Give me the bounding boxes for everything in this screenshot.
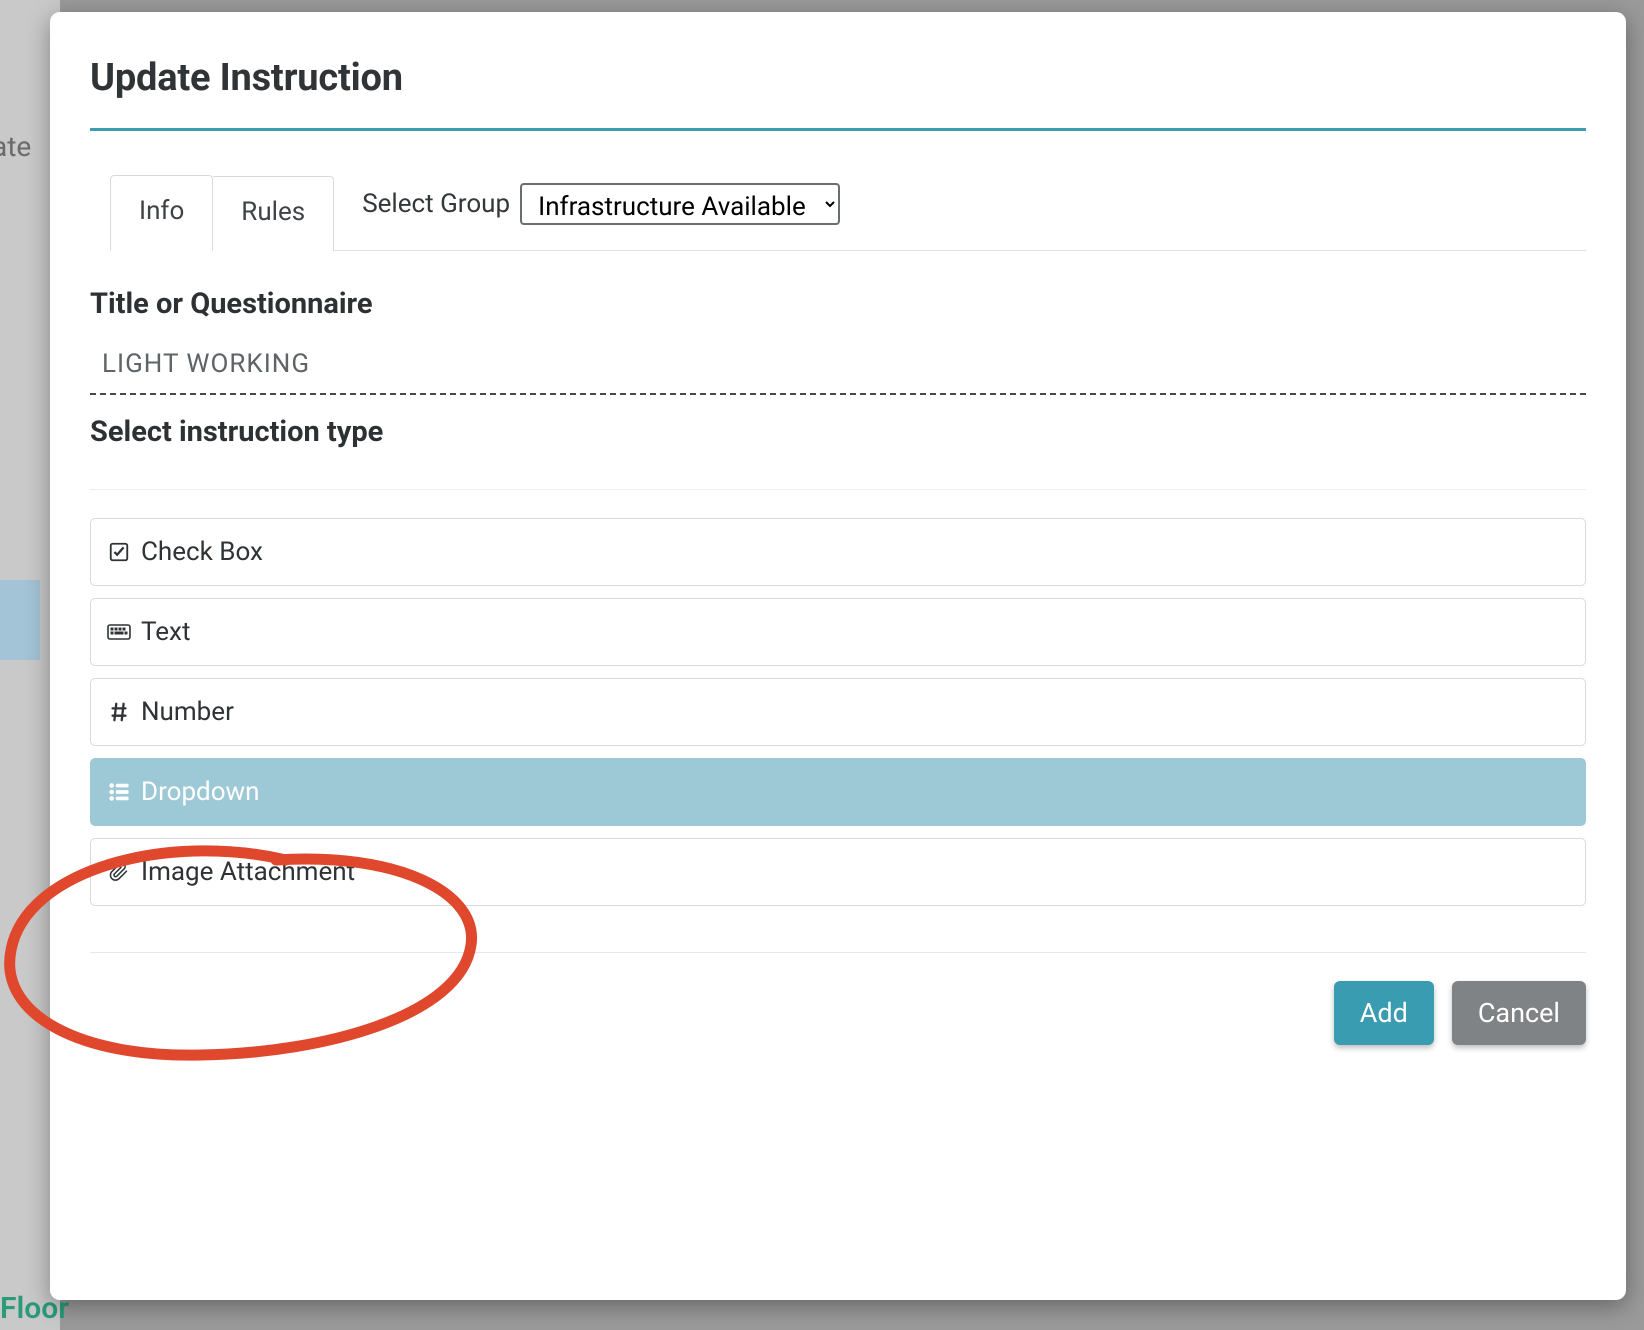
question-heading: Title or Questionnaire [90,287,1586,321]
tab-label: Info [139,196,184,226]
tab-bar: Info Rules Select Group Infrastructure A… [110,175,1586,251]
bg-text-fragment: ate [0,130,31,163]
group-select-label: Select Group [362,189,510,219]
group-select[interactable]: Infrastructure Available [520,183,840,225]
type-option-text[interactable]: Text [90,598,1586,666]
type-option-label: Dropdown [141,777,259,807]
instruction-type-list: Check Box Text Number Dropdown Image Att [90,518,1586,906]
modal-footer: Add Cancel [90,981,1586,1045]
type-option-checkbox[interactable]: Check Box [90,518,1586,586]
type-option-label: Check Box [141,537,263,567]
add-button[interactable]: Add [1334,981,1434,1045]
cancel-button[interactable]: Cancel [1452,981,1586,1045]
footer-divider [90,952,1586,953]
checkbox-icon [107,541,131,563]
tab-info[interactable]: Info [110,175,213,251]
tab-rules[interactable]: Rules [213,176,334,251]
hash-icon [107,701,131,723]
bg-highlight-row [0,580,40,660]
keyboard-icon [107,621,131,643]
attachment-icon [107,861,131,883]
type-heading: Select instruction type [90,415,1586,449]
type-option-label: Text [141,617,190,647]
header-divider [90,128,1586,131]
type-option-number[interactable]: Number [90,678,1586,746]
type-option-label: Number [141,697,234,727]
group-select-wrap: Select Group Infrastructure Available [362,183,840,225]
type-option-label: Image Attachment [141,857,355,887]
input-underline [90,393,1586,395]
question-title-input[interactable] [86,343,1582,393]
list-icon [107,781,131,803]
modal-title: Update Instruction [90,56,1586,100]
type-option-image-attachment[interactable]: Image Attachment [90,838,1586,906]
type-option-dropdown[interactable]: Dropdown [90,758,1586,826]
update-instruction-modal: Update Instruction Info Rules Select Gro… [50,12,1626,1300]
tab-label: Rules [241,197,305,227]
section-divider [90,489,1586,490]
